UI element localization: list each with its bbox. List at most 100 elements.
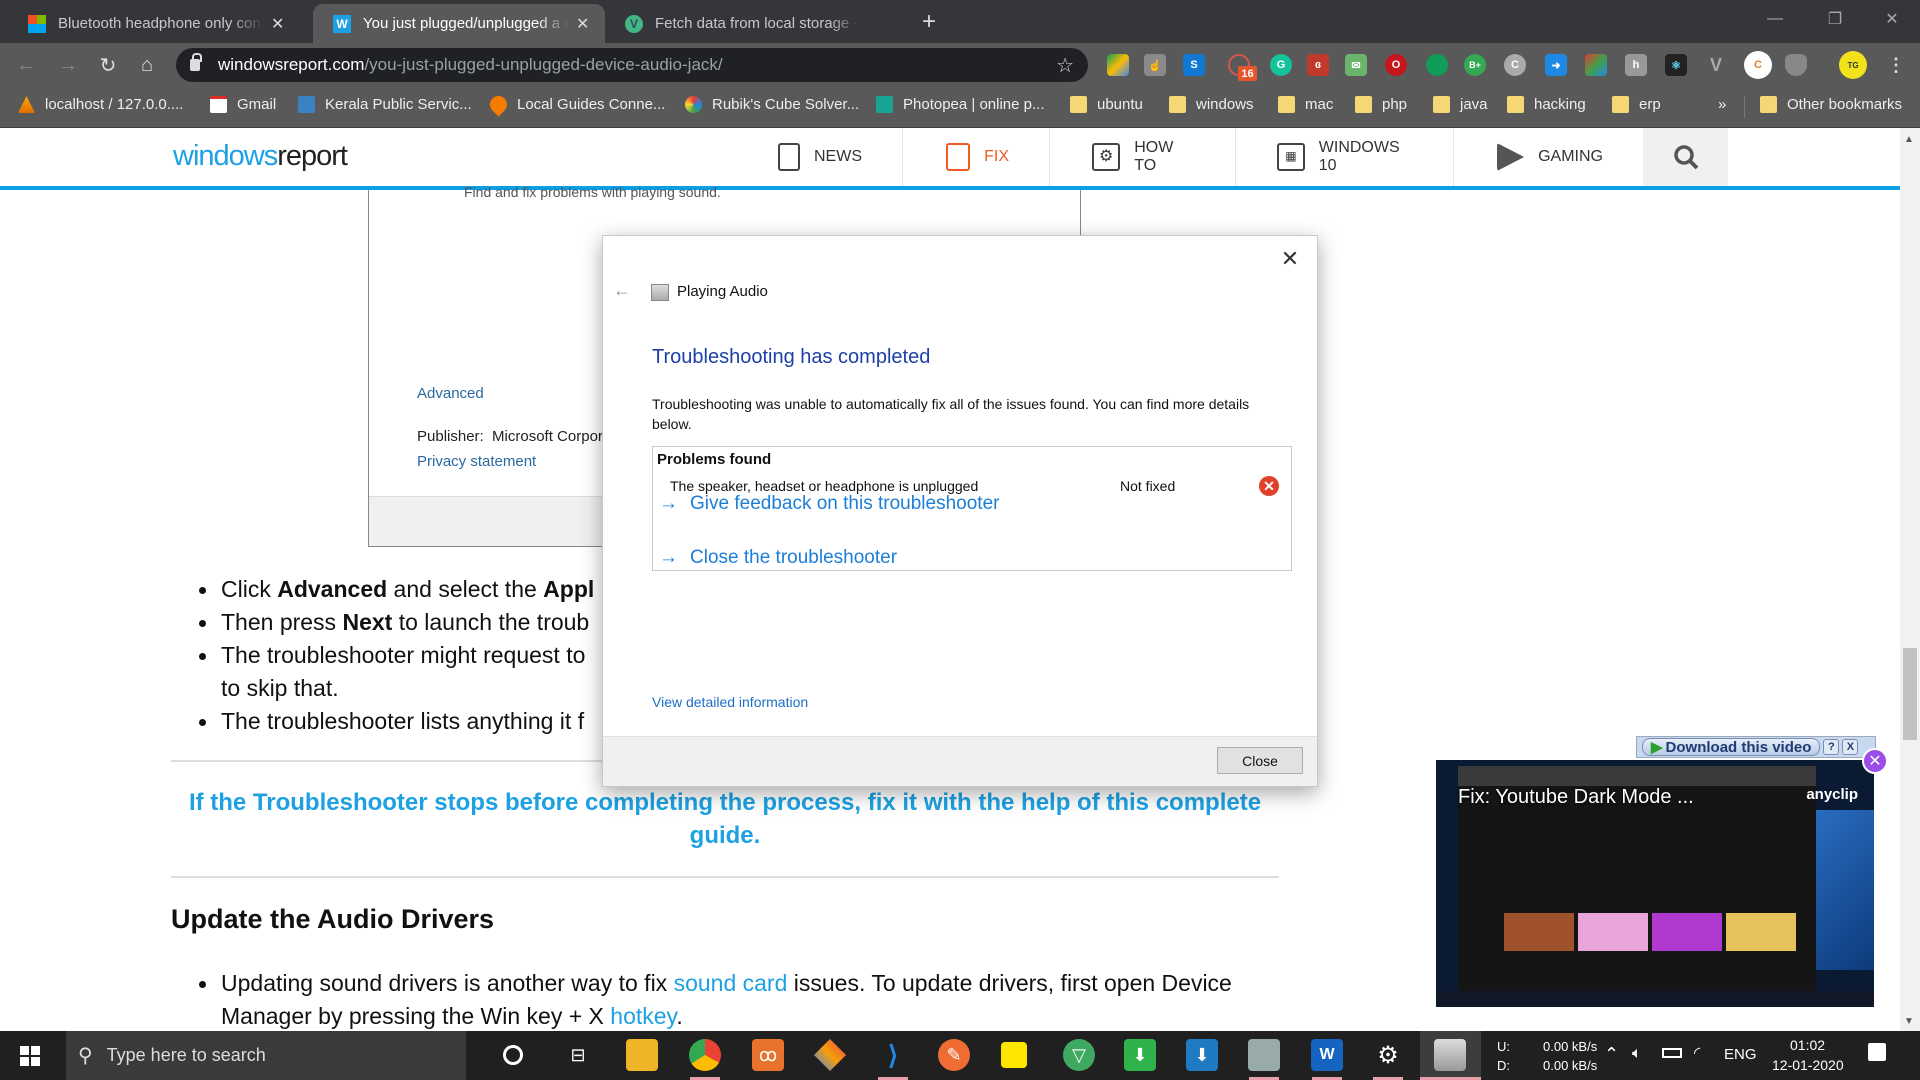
minimize-button[interactable]: — xyxy=(1745,0,1805,38)
windowsreport-logo[interactable]: windowsreport xyxy=(173,140,348,173)
battery-icon[interactable] xyxy=(1662,1048,1682,1058)
tab-bluetooth-headphone[interactable]: Bluetooth headphone only conne ✕ xyxy=(8,4,313,43)
wifi-icon[interactable]: ◜ xyxy=(1694,1043,1700,1063)
window-close-button[interactable]: ✕ xyxy=(1862,0,1920,38)
bookmark-folder-mac[interactable]: mac xyxy=(1278,96,1333,113)
close-tab-icon[interactable]: ✕ xyxy=(576,14,589,34)
bug-c-icon[interactable]: C xyxy=(1744,51,1772,79)
start-button[interactable] xyxy=(0,1031,60,1080)
close-troubleshooter-link[interactable]: → Close the troubleshooter xyxy=(659,547,897,569)
bookmark-gmail[interactable]: Gmail xyxy=(210,96,276,113)
bookmark-star-icon[interactable]: ☆ xyxy=(1056,53,1074,78)
bookmark-kerala-psc[interactable]: Kerala Public Servic... xyxy=(298,96,472,113)
task-view-icon[interactable]: ⊟ xyxy=(562,1039,594,1071)
touch-icon[interactable]: ☝ xyxy=(1144,54,1166,76)
vue-icon[interactable]: V xyxy=(1705,54,1727,76)
chrome-icon[interactable] xyxy=(689,1039,721,1071)
bookmark-local-guides[interactable]: Local Guides Conne... xyxy=(486,92,665,117)
install-icon[interactable]: ⬇ xyxy=(1186,1039,1218,1071)
vpn-icon[interactable]: ▽ xyxy=(1063,1039,1095,1071)
site-search-button[interactable] xyxy=(1643,128,1728,186)
bookmark-rubik[interactable]: Rubik's Cube Solver... xyxy=(685,96,859,113)
back-arrow-icon[interactable]: ← xyxy=(613,280,631,301)
skype-icon[interactable]: S xyxy=(1183,54,1205,76)
grey-c-icon[interactable]: C xyxy=(1504,54,1526,76)
view-detailed-info-link[interactable]: View detailed information xyxy=(652,694,808,710)
opera-icon[interactable]: O xyxy=(1385,54,1407,76)
bookmark-folder-php[interactable]: php xyxy=(1355,96,1407,113)
monitor-icon[interactable] xyxy=(1248,1039,1280,1071)
restore-button[interactable]: ❐ xyxy=(1805,0,1865,38)
reload-button[interactable]: ↻ xyxy=(94,51,122,79)
tab-windowsreport-active[interactable]: W You just plugged/unplugged a de ✕ xyxy=(313,4,605,43)
grammarly-icon[interactable]: G xyxy=(1270,54,1292,76)
dismiss-button[interactable]: X xyxy=(1842,739,1859,755)
send-icon[interactable]: ➜ xyxy=(1545,54,1567,76)
bookmark-folder-windows[interactable]: windows xyxy=(1169,96,1254,113)
scroll-down-arrow[interactable]: ▼ xyxy=(1904,1016,1914,1027)
shield-icon[interactable] xyxy=(1785,54,1807,76)
bookmark-folder-hacking[interactable]: hacking xyxy=(1507,96,1586,113)
bookmark-localhost[interactable]: localhost / 127.0.0.... xyxy=(18,96,183,113)
page-scrollbar[interactable]: ▲ ▼ xyxy=(1900,128,1920,1031)
cortana-icon[interactable] xyxy=(503,1045,523,1065)
bookmark-folder-erp[interactable]: erp xyxy=(1612,96,1661,113)
google-drive-icon[interactable] xyxy=(1107,54,1129,76)
react-icon[interactable]: ⚛ xyxy=(1665,54,1687,76)
language-indicator[interactable]: ENG xyxy=(1724,1046,1757,1063)
profile-avatar[interactable]: TG xyxy=(1839,51,1867,79)
back-button[interactable]: ← xyxy=(12,51,40,79)
color-icon[interactable] xyxy=(1585,54,1607,76)
bplus-icon[interactable]: B+ xyxy=(1464,54,1486,76)
nav-gaming[interactable]: GAMING xyxy=(1497,128,1643,186)
nav-windows-10[interactable]: ▦ WINDOWS 10 xyxy=(1277,128,1454,186)
help-button[interactable]: ? xyxy=(1823,739,1840,755)
bookmarks-overflow-button[interactable]: » xyxy=(1718,96,1726,113)
sticky-notes-icon[interactable] xyxy=(1001,1042,1027,1068)
bookmark-folder-java[interactable]: java xyxy=(1433,96,1488,113)
hangouts-icon[interactable] xyxy=(1426,54,1448,76)
settings-icon[interactable]: ⚙ xyxy=(1372,1039,1404,1071)
close-tab-icon[interactable]: ✕ xyxy=(271,14,284,34)
h-icon[interactable]: h xyxy=(1625,54,1647,76)
waves-icon[interactable]: W xyxy=(1311,1039,1343,1071)
git-icon[interactable] xyxy=(814,1039,846,1071)
show-hidden-icons-chevron[interactable]: ⌃ xyxy=(1604,1044,1619,1065)
action-center-icon[interactable] xyxy=(1868,1043,1886,1061)
postman-icon[interactable]: ✎ xyxy=(938,1039,970,1071)
new-tab-button[interactable]: + xyxy=(922,8,936,36)
nav-news[interactable]: NEWS xyxy=(778,128,903,186)
video-player[interactable]: Fix: Youtube Dark Mode ... anyclip xyxy=(1436,760,1874,1007)
file-explorer-icon[interactable] xyxy=(626,1039,658,1071)
sound-card-link[interactable]: sound card xyxy=(674,970,788,996)
download-video-button[interactable]: ▶ Download this video xyxy=(1642,738,1821,756)
adobe-icon[interactable]: ɞ xyxy=(1307,54,1329,76)
forward-button[interactable]: → xyxy=(54,51,82,79)
nav-how-to[interactable]: ⚙ HOW TO xyxy=(1092,128,1236,186)
scroll-up-arrow[interactable]: ▲ xyxy=(1904,134,1914,145)
vscode-icon[interactable]: ⟩ xyxy=(877,1039,909,1071)
scrollbar-thumb[interactable] xyxy=(1903,648,1917,740)
give-feedback-link[interactable]: → Give feedback on this troubleshooter xyxy=(659,493,999,515)
mail-check-icon[interactable]: ✉ xyxy=(1345,54,1367,76)
volume-icon[interactable]: 🔈︎ xyxy=(1632,1045,1642,1063)
clock-date[interactable]: 12-01-2020 xyxy=(1772,1057,1844,1073)
address-bar[interactable]: windowsreport.com /you-just-plugged-unpl… xyxy=(176,48,1088,82)
bookmark-folder-ubuntu[interactable]: ubuntu xyxy=(1070,96,1143,113)
xampp-icon[interactable]: ꝏ xyxy=(752,1039,784,1071)
callout-link[interactable]: If the Troubleshooter stops before compl… xyxy=(171,786,1279,852)
dialog-close-icon[interactable]: ✕ xyxy=(1275,244,1305,274)
more-menu-icon[interactable]: ⋮ xyxy=(1885,54,1907,76)
bookmark-photopea[interactable]: Photopea | online p... xyxy=(876,96,1045,113)
downloader-icon[interactable]: ⬇ xyxy=(1124,1039,1156,1071)
close-button[interactable]: Close xyxy=(1217,747,1303,774)
video-close-icon[interactable]: ✕ xyxy=(1862,748,1888,774)
problem-description[interactable]: The speaker, headset or headphone is unp… xyxy=(670,478,978,494)
nav-fix[interactable]: FIX xyxy=(946,128,1050,186)
hotkey-link[interactable]: hotkey xyxy=(610,1003,676,1029)
clock-time[interactable]: 01:02 xyxy=(1790,1037,1825,1053)
taskbar-search-box[interactable]: ⚲ Type here to search xyxy=(66,1031,466,1080)
other-bookmarks[interactable]: Other bookmarks xyxy=(1760,96,1902,113)
tab-fetch-data[interactable]: V Fetch data from local storage - G xyxy=(605,4,910,43)
home-button[interactable]: ⌂ xyxy=(133,51,161,79)
